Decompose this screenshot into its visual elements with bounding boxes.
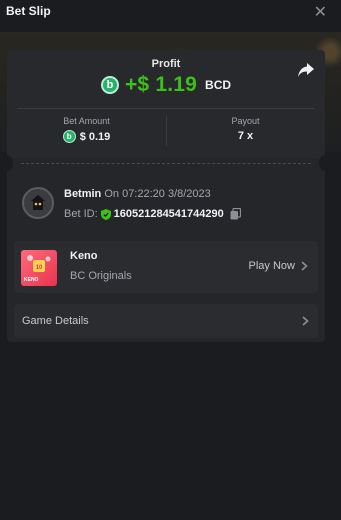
keno-game-thumbnail[interactable]: 10 KENO bbox=[21, 250, 57, 286]
play-now-button[interactable]: Play Now bbox=[249, 260, 308, 272]
close-icon[interactable]: ✕ bbox=[314, 2, 327, 22]
profit-row: b +$ 1.19 BCD bbox=[7, 73, 325, 97]
game-row[interactable]: 10 KENO Keno BC Originals Play Now bbox=[14, 241, 318, 293]
divider bbox=[17, 108, 315, 109]
share-icon[interactable] bbox=[297, 62, 315, 78]
bet-id-line: Bet ID: 160521284541744290 bbox=[64, 208, 241, 220]
profit-currency: BCD bbox=[205, 78, 232, 92]
user-line: Betmin On 07:22:20 3/8/2023 bbox=[64, 188, 211, 200]
dashed-divider bbox=[21, 163, 311, 164]
bet-amount-label: Bet Amount bbox=[63, 116, 110, 126]
game-details-label: Game Details bbox=[22, 315, 89, 327]
profit-value: +$ 1.19 bbox=[124, 73, 198, 96]
avatar[interactable] bbox=[22, 187, 54, 219]
payout: Payout 7 x bbox=[166, 116, 325, 142]
verified-shield-icon bbox=[100, 208, 111, 220]
bet-id-value: 160521284541744290 bbox=[113, 208, 224, 220]
bcd-coin-icon: b bbox=[62, 130, 76, 143]
game-provider: BC Originals bbox=[70, 270, 132, 282]
svg-text:10: 10 bbox=[36, 265, 43, 271]
bet-time: On 07:22:20 3/8/2023 bbox=[104, 188, 211, 200]
payout-value: 7 x bbox=[237, 130, 254, 142]
game-details-button[interactable]: Game Details bbox=[14, 304, 318, 338]
bet-slip-card: Profit b +$ 1.19 BCD Bet Amount b $ 0.19… bbox=[1, 50, 331, 342]
bet-amount: Bet Amount b $ 0.19 bbox=[7, 116, 166, 143]
username[interactable]: Betmin bbox=[64, 188, 101, 200]
profit-label: Profit bbox=[151, 58, 181, 70]
bet-id-label: Bet ID: bbox=[64, 208, 98, 220]
copy-icon[interactable] bbox=[230, 208, 241, 220]
bcd-coin-icon: b bbox=[100, 76, 119, 94]
game-name: Keno bbox=[70, 250, 98, 262]
bet-amount-value: $ 0.19 bbox=[79, 130, 111, 143]
user-avatar-icon bbox=[31, 195, 45, 210]
chevron-right-icon bbox=[302, 316, 309, 326]
payout-label: Payout bbox=[231, 116, 260, 126]
chevron-right-icon bbox=[301, 261, 308, 271]
keno-thumb-label: KENO bbox=[24, 277, 39, 283]
header: Bet Slip ✕ bbox=[0, 0, 341, 26]
page-title: Bet Slip bbox=[6, 4, 51, 18]
ticket-notch bbox=[1, 155, 13, 171]
profit-panel: Profit b +$ 1.19 BCD Bet Amount b $ 0.19… bbox=[7, 50, 325, 158]
play-now-label: Play Now bbox=[248, 260, 295, 272]
ticket-notch bbox=[319, 155, 331, 171]
